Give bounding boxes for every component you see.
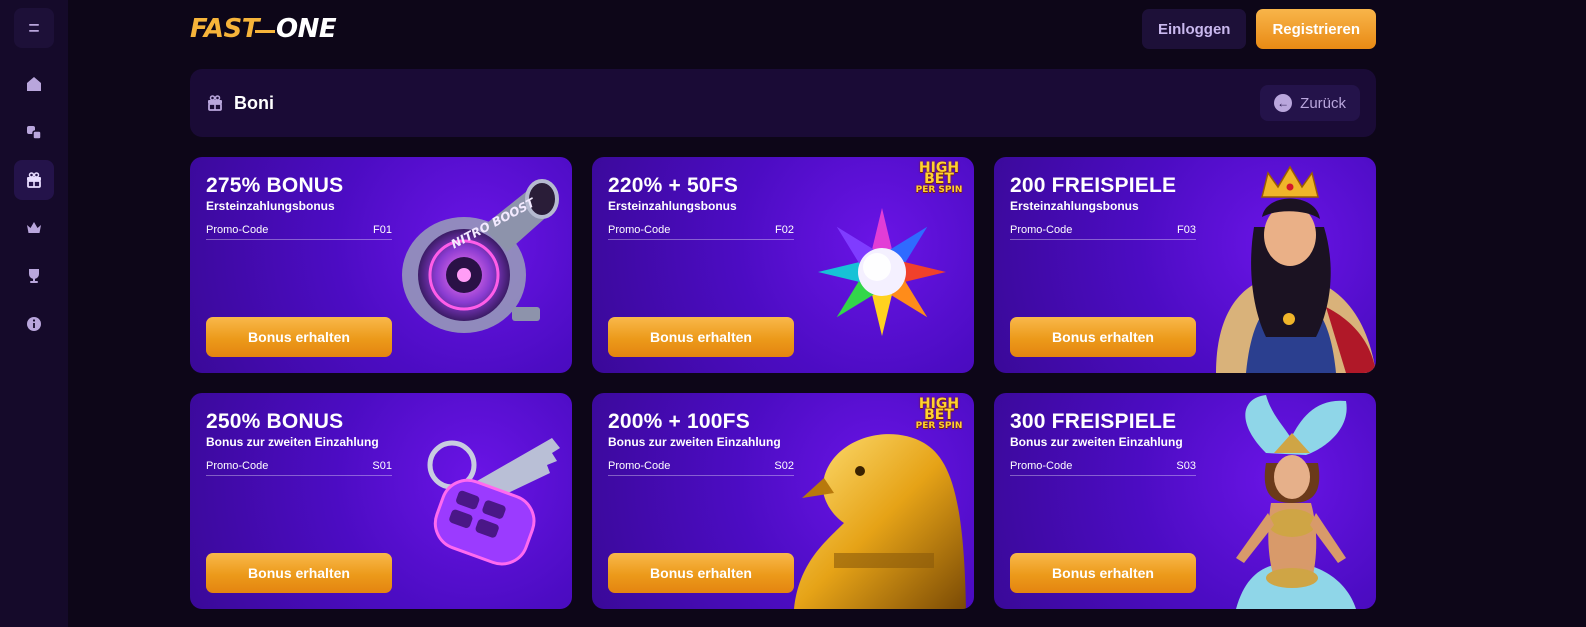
bonus-card: 200% + 100FS Bonus zur zweiten Einzahlun… bbox=[592, 393, 974, 609]
promo-code-value[interactable]: S01 bbox=[372, 460, 392, 472]
promo-code-row: Promo-Code F02 bbox=[608, 224, 794, 240]
bonus-card: 200 FREISPIELE Ersteinzahlungsbonus Prom… bbox=[994, 157, 1376, 373]
page-heading: Boni bbox=[206, 93, 274, 114]
bonus-card: 275% BONUS Ersteinzahlungsbonus Promo-Co… bbox=[190, 157, 572, 373]
promo-code-label: Promo-Code bbox=[608, 224, 671, 236]
promo-code-value[interactable]: S03 bbox=[1176, 460, 1196, 472]
logo-part-fast: FAST bbox=[190, 14, 260, 44]
menu-icon bbox=[29, 24, 39, 32]
bonus-title: 275% BONUS bbox=[206, 174, 344, 197]
sidebar-item-tournaments[interactable] bbox=[14, 256, 54, 296]
bonus-card: 250% BONUS Bonus zur zweiten Einzahlung … bbox=[190, 393, 572, 609]
page-title: Boni bbox=[234, 92, 274, 113]
bonus-title: 200% + 100FS bbox=[608, 410, 750, 433]
bonus-card-info: 220% + 50FS Ersteinzahlungsbonus Promo-C… bbox=[608, 174, 794, 240]
get-bonus-button[interactable]: Bonus erhalten bbox=[1010, 317, 1196, 357]
page-title-bar: Boni ← Zurück bbox=[190, 69, 1376, 137]
login-button[interactable]: Einloggen bbox=[1141, 9, 1247, 49]
bonus-grid: 275% BONUS Ersteinzahlungsbonus Promo-Co… bbox=[190, 157, 1376, 609]
sidebar-item-home[interactable] bbox=[14, 64, 54, 104]
register-button[interactable]: Registrieren bbox=[1256, 9, 1376, 49]
bonus-card-info: 200 FREISPIELE Ersteinzahlungsbonus Prom… bbox=[1010, 174, 1196, 240]
bonus-card: 300 FREISPIELE Bonus zur zweiten Einzahl… bbox=[994, 393, 1376, 609]
showgirl-image bbox=[1236, 395, 1356, 609]
bonus-title: 200 FREISPIELE bbox=[1010, 174, 1177, 197]
bonus-subtitle: Bonus zur zweiten Einzahlung bbox=[206, 435, 379, 449]
promo-code-row: Promo-Code S02 bbox=[608, 460, 794, 476]
promo-code-label: Promo-Code bbox=[206, 460, 269, 472]
logo[interactable]: FAST ONE bbox=[190, 14, 337, 44]
car-key-image bbox=[427, 438, 560, 566]
promo-code-row: Promo-Code S03 bbox=[1010, 460, 1196, 476]
bonus-title: 250% BONUS bbox=[206, 410, 344, 433]
promo-code-value[interactable]: S02 bbox=[774, 460, 794, 472]
sidebar-item-info[interactable] bbox=[14, 304, 54, 344]
logo-bar bbox=[255, 29, 275, 33]
bonus-subtitle: Bonus zur zweiten Einzahlung bbox=[1010, 435, 1183, 449]
gift-icon bbox=[27, 172, 41, 188]
promo-code-label: Promo-Code bbox=[1010, 460, 1073, 472]
get-bonus-button[interactable]: Bonus erhalten bbox=[1010, 553, 1196, 593]
logo-part-one: ONE bbox=[276, 14, 337, 44]
bonus-card-info: 200% + 100FS Bonus zur zweiten Einzahlun… bbox=[608, 410, 794, 476]
queen-image bbox=[1216, 165, 1376, 373]
get-bonus-button[interactable]: Bonus erhalten bbox=[608, 317, 794, 357]
bonus-card-info: 275% BONUS Ersteinzahlungsbonus Promo-Co… bbox=[206, 174, 392, 240]
promo-code-label: Promo-Code bbox=[1010, 224, 1073, 236]
sidebar-item-bonuses[interactable] bbox=[14, 160, 54, 200]
promo-code-label: Promo-Code bbox=[608, 460, 671, 472]
bonus-card-info: 250% BONUS Bonus zur zweiten Einzahlung … bbox=[206, 410, 392, 476]
promo-code-value[interactable]: F02 bbox=[775, 224, 794, 236]
arrow-left-icon: ← bbox=[1274, 94, 1293, 112]
sidebar-item-vip[interactable] bbox=[14, 208, 54, 248]
bonus-subtitle: Ersteinzahlungsbonus bbox=[608, 199, 737, 213]
trophy-icon bbox=[29, 269, 39, 283]
promo-code-value[interactable]: F01 bbox=[373, 224, 392, 236]
get-bonus-button[interactable]: Bonus erhalten bbox=[206, 317, 392, 357]
promo-code-row: Promo-Code S01 bbox=[206, 460, 392, 476]
get-bonus-button[interactable]: Bonus erhalten bbox=[206, 553, 392, 593]
sidebar bbox=[0, 0, 68, 627]
bonus-title: 220% + 50FS bbox=[608, 174, 739, 197]
auth-buttons: Einloggen Registrieren bbox=[1141, 9, 1376, 49]
turbo-image: NITRO BOOST bbox=[402, 179, 559, 333]
promo-code-row: Promo-Code F01 bbox=[206, 224, 392, 240]
bonus-card: 220% + 50FS Ersteinzahlungsbonus Promo-C… bbox=[592, 157, 974, 373]
promo-code-value[interactable]: F03 bbox=[1177, 224, 1196, 236]
bonus-subtitle: Bonus zur zweiten Einzahlung bbox=[608, 435, 781, 449]
sidebar-item-games[interactable] bbox=[14, 112, 54, 152]
gift-icon bbox=[208, 95, 222, 111]
games-icon bbox=[27, 126, 42, 140]
crown-icon bbox=[27, 222, 41, 233]
badge-line-2: PER SPIN bbox=[915, 421, 963, 431]
badge-line-1: HIGH BET bbox=[918, 160, 960, 187]
back-button[interactable]: ← Zurück bbox=[1260, 85, 1360, 121]
bonus-subtitle: Ersteinzahlungsbonus bbox=[1010, 199, 1139, 213]
promo-code-label: Promo-Code bbox=[206, 224, 269, 236]
home-icon bbox=[27, 77, 41, 91]
menu-button[interactable] bbox=[14, 8, 54, 48]
back-button-label: Zurück bbox=[1300, 94, 1346, 112]
promo-code-row: Promo-Code F03 bbox=[1010, 224, 1196, 240]
info-icon bbox=[27, 317, 41, 331]
bonus-subtitle: Ersteinzahlungsbonus bbox=[206, 199, 335, 213]
high-bet-badge: HIGH BET PER SPIN bbox=[912, 396, 966, 432]
bonus-title: 300 FREISPIELE bbox=[1010, 410, 1177, 433]
header: FAST ONE Einloggen Registrieren bbox=[190, 8, 1376, 50]
badge-line-1: HIGH BET bbox=[918, 396, 960, 423]
badge-line-2: PER SPIN bbox=[915, 185, 963, 195]
get-bonus-button[interactable]: Bonus erhalten bbox=[608, 553, 794, 593]
bonus-card-info: 300 FREISPIELE Bonus zur zweiten Einzahl… bbox=[1010, 410, 1196, 476]
high-bet-badge: HIGH BET PER SPIN bbox=[912, 160, 966, 196]
